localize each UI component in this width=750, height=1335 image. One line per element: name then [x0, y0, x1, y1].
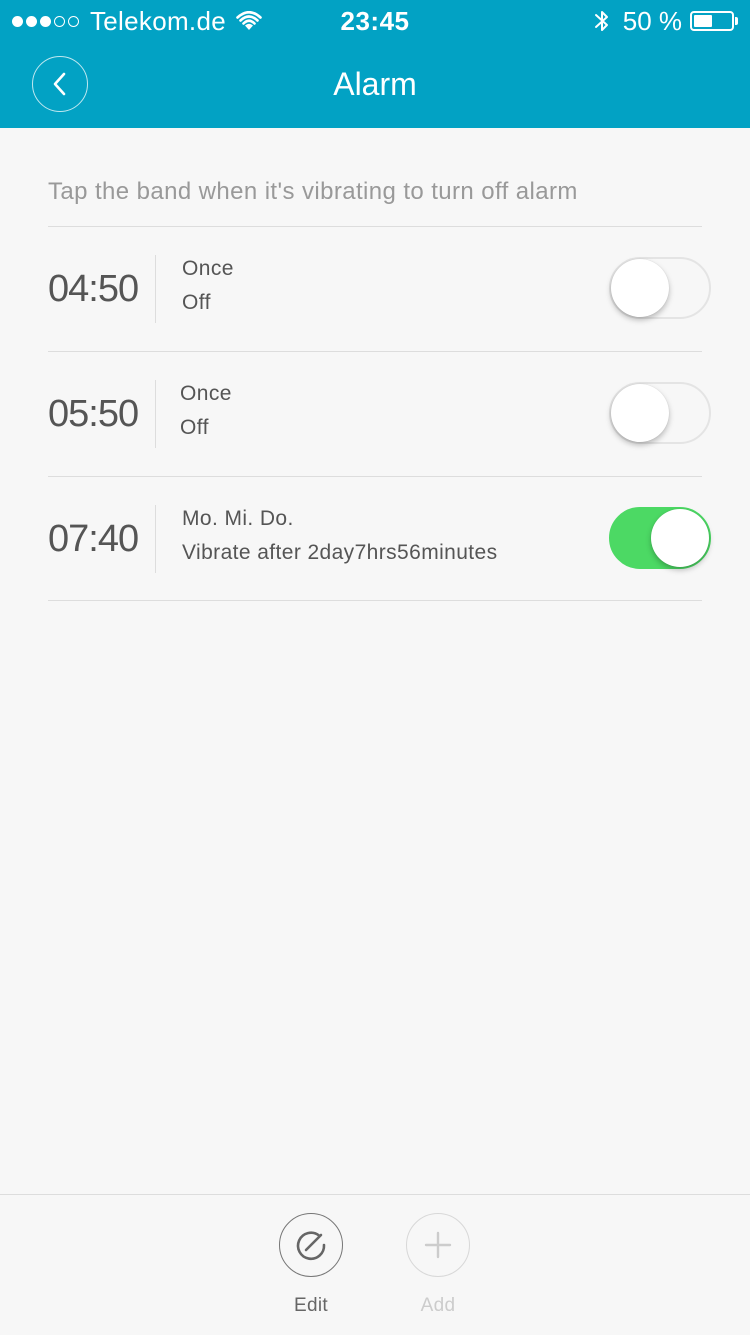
bottom-toolbar: Edit Add: [0, 1194, 750, 1335]
plus-icon: [424, 1231, 452, 1259]
status-bar: Telekom.de 23:45 50 %: [0, 0, 750, 40]
alarm-time: 04:50: [48, 268, 139, 310]
status-right: 50 %: [593, 6, 738, 36]
bluetooth-icon: [594, 11, 608, 31]
divider: [48, 600, 702, 601]
add-label: Add: [420, 1295, 456, 1316]
vertical-divider: [155, 255, 156, 323]
add-button-circle: [406, 1213, 470, 1277]
alarm-time: 05:50: [48, 393, 139, 435]
alarm-toggle[interactable]: [609, 257, 711, 319]
alarm-repeat: Mo. Mi. Do.: [182, 507, 294, 530]
edit-icon: [296, 1231, 326, 1261]
alarm-toggle[interactable]: [609, 507, 711, 569]
page-title: Alarm: [333, 66, 417, 102]
hint-text: Tap the band when it's vibrating to turn…: [48, 178, 578, 205]
alarm-row[interactable]: 04:50 Once Off: [0, 227, 750, 351]
alarm-status: Off: [182, 291, 211, 314]
toggle-knob: [611, 259, 669, 317]
toggle-knob: [611, 384, 669, 442]
alarm-status: Vibrate after 2day7hrs56minutes: [182, 541, 498, 564]
battery-percentage: 50 %: [622, 5, 682, 36]
vertical-divider: [155, 380, 156, 448]
alarm-repeat: Once: [182, 257, 234, 280]
alarm-toggle[interactable]: [609, 382, 711, 444]
battery-tip: [735, 17, 738, 25]
vertical-divider: [155, 505, 156, 573]
edit-button[interactable]: Edit: [261, 1213, 361, 1317]
toggle-knob: [651, 509, 709, 567]
battery-level-fill: [694, 15, 712, 27]
battery-icon: [690, 11, 734, 31]
alarm-row[interactable]: 07:40 Mo. Mi. Do. Vibrate after 2day7hrs…: [0, 477, 750, 601]
alarm-time: 07:40: [48, 518, 139, 560]
alarm-status: Off: [180, 416, 209, 439]
header: Telekom.de 23:45 50 % Alarm: [0, 0, 750, 128]
alarm-row[interactable]: 05:50 Once Off: [0, 352, 750, 476]
edit-button-circle: [279, 1213, 343, 1277]
alarm-repeat: Once: [180, 382, 232, 405]
edit-label: Edit: [294, 1295, 328, 1316]
add-button[interactable]: Add: [388, 1213, 488, 1317]
